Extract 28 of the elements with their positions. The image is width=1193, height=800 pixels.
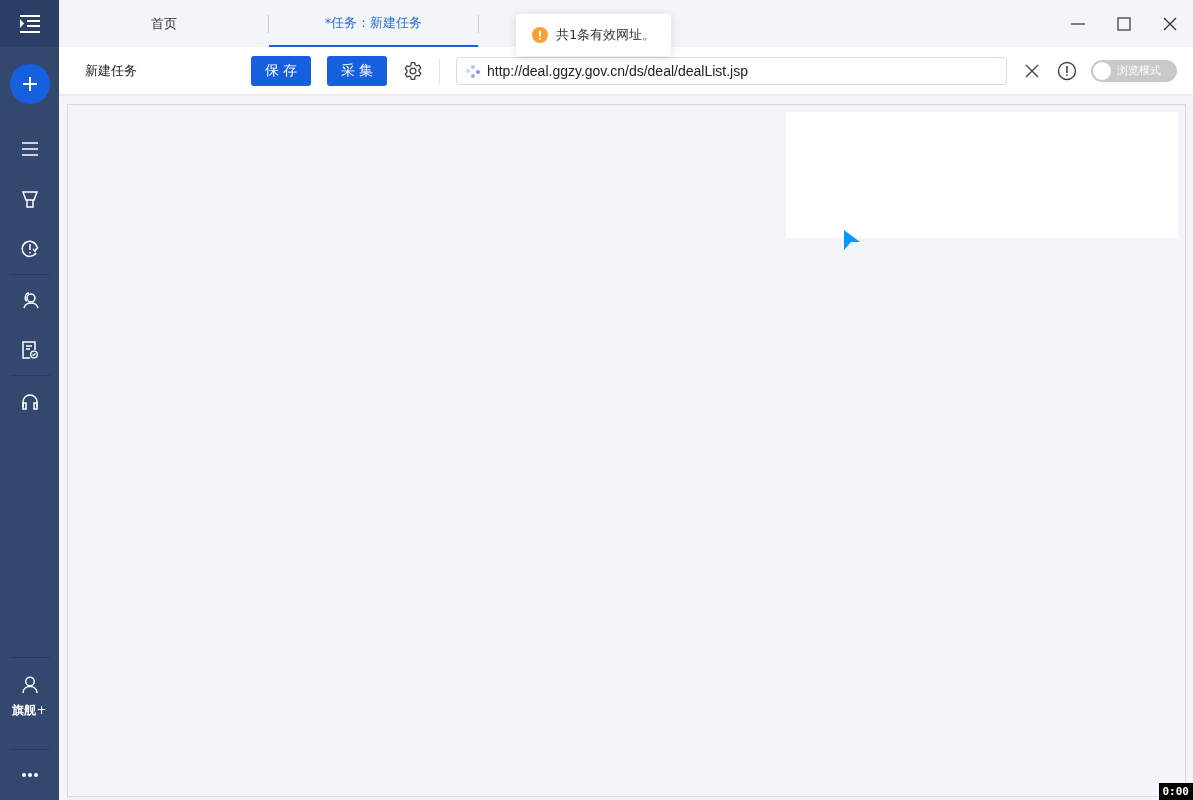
action-button[interactable]: 保 存: [251, 55, 311, 86]
timer-label: 0:00: [1158, 783, 1193, 800]
tab[interactable]: 首页: [59, 0, 268, 47]
warning-icon: [532, 27, 548, 43]
collapse-menu-icon: [18, 14, 41, 33]
toast-message: 共1条有效网址。: [556, 26, 656, 44]
plus-icon: [22, 77, 37, 91]
add-button[interactable]: [9, 64, 50, 104]
loading-dots-icon: [465, 63, 481, 78]
funnel-icon[interactable]: [21, 190, 38, 208]
task-title: 新建任务: [85, 61, 138, 80]
maximize-icon[interactable]: [1117, 16, 1131, 31]
user-icon[interactable]: [21, 676, 38, 694]
clear-icon[interactable]: [1025, 63, 1039, 78]
collapse-menu-button[interactable]: [0, 0, 59, 47]
close-icon[interactable]: [1163, 16, 1177, 31]
users-icon[interactable]: [20, 291, 39, 309]
more-icon[interactable]: [21, 773, 38, 777]
url-field[interactable]: http://deal.ggzy.gov.cn/ds/deal/dealList.jsp: [456, 56, 1007, 85]
cursor-icon: [843, 229, 861, 251]
action-button[interactable]: 采 集: [327, 55, 387, 86]
info-icon[interactable]: [1057, 60, 1077, 81]
clock-check-icon[interactable]: [20, 240, 39, 258]
document-check-icon[interactable]: [21, 341, 38, 359]
menu-icon[interactable]: [20, 141, 39, 157]
settings-icon[interactable]: [403, 60, 423, 81]
headphones-icon[interactable]: [20, 392, 39, 410]
account-tier-label: 旗舰+: [12, 702, 47, 719]
